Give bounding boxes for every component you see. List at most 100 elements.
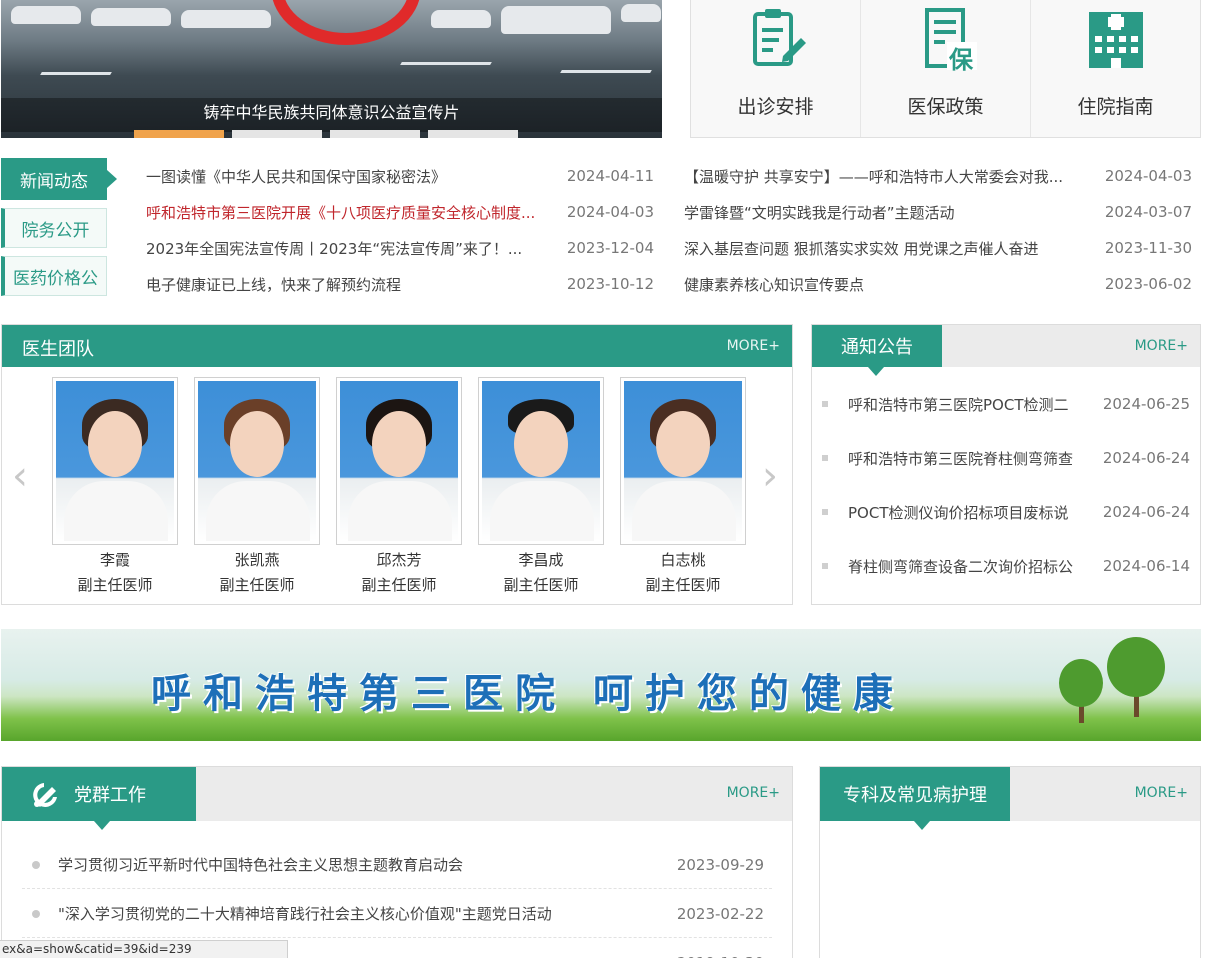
status-bar-url: ex&a=show&catid=39&id=239 xyxy=(0,940,288,958)
panel-title: 医生团队 xyxy=(22,339,94,360)
news-title[interactable]: 学雷锋暨“文明实践我是行动者”主题活动 xyxy=(684,202,1084,223)
more-link[interactable]: MORE+ xyxy=(727,785,780,801)
more-link[interactable]: MORE+ xyxy=(727,338,780,354)
party-emblem-icon xyxy=(33,783,57,807)
news-date: 2023-12-04 xyxy=(566,239,654,257)
doctor-photo[interactable] xyxy=(620,377,746,545)
news-date: 2023-10-12 xyxy=(566,275,654,293)
chevron-left-icon[interactable]: ‹ xyxy=(12,453,28,499)
news-item[interactable]: 健康素养核心知识宣传要点 2023-06-02 xyxy=(684,274,1192,294)
news-date: 2024-04-03 xyxy=(1104,167,1192,185)
news-item[interactable]: 2023年全国宪法宣传周丨2023年“宪法宣传周”来了！... 2023-12-… xyxy=(146,238,654,258)
banner-caption[interactable]: 铸牢中华民族共同体意识公益宣传片 xyxy=(1,98,662,132)
chevron-right-icon[interactable]: › xyxy=(762,453,778,499)
notice-title[interactable]: 呼和浩特市第三医院脊柱侧弯筛查 xyxy=(848,448,1091,469)
news-item[interactable]: 学雷锋暨“文明实践我是行动者”主题活动 2024-03-07 xyxy=(684,202,1192,222)
banner-dot[interactable] xyxy=(232,130,322,138)
banner-image-detail xyxy=(11,6,81,24)
party-title[interactable]: 学习贯彻习近平新时代中国特色社会主义思想主题教育启动会 xyxy=(58,854,677,875)
doctor-photo[interactable] xyxy=(478,377,604,545)
party-item[interactable]: "深入学习贯彻党的二十大精神培育践行社会主义核心价值观"主题党日活动 2023-… xyxy=(22,890,772,938)
doctor-card[interactable]: 张凯燕 副主任医师 xyxy=(194,377,320,595)
bullet xyxy=(822,455,828,461)
doctor-card[interactable]: 白志桃 副主任医师 xyxy=(620,377,746,595)
news-item[interactable]: 电子健康证已上线，快来了解预约流程 2023-10-12 xyxy=(146,274,654,294)
party-title[interactable]: "深入学习贯彻党的二十大精神培育践行社会主义核心价值观"主题党日活动 xyxy=(58,903,677,924)
doctor-card[interactable]: 李昌成 副主任医师 xyxy=(478,377,604,595)
doctor-name[interactable]: 李昌成 xyxy=(478,549,604,570)
notice-item[interactable]: 脊柱侧弯筛查设备二次询价招标公 2024-06-14 xyxy=(822,556,1190,576)
banner-carousel[interactable]: 铸牢中华民族共同体意识公益宣传片 xyxy=(1,0,662,138)
doctor-title: 副主任医师 xyxy=(645,576,721,594)
banner-image-detail xyxy=(40,72,112,75)
doctor-name[interactable]: 白志桃 xyxy=(620,549,746,570)
bullet xyxy=(822,563,828,569)
slogan-banner: 呼和浩特第三医院 呵护您的健康 xyxy=(1,629,1201,741)
news-date: 2023-11-30 xyxy=(1104,239,1192,257)
party-date: 2023-02-22 xyxy=(676,904,764,923)
doctor-card[interactable]: 李霞 副主任医师 xyxy=(52,377,178,595)
news-date: 2023-06-02 xyxy=(1104,275,1192,293)
party-header-tab: 党群工作 xyxy=(2,767,196,830)
notice-title[interactable]: POCT检测仪询价招标项目废标说 xyxy=(848,502,1091,523)
doctor-photo[interactable] xyxy=(52,377,178,545)
banner-dot[interactable] xyxy=(330,130,420,138)
hospital-building-icon xyxy=(1088,12,1143,68)
tab-drug-prices[interactable]: 医药价格公 xyxy=(1,256,107,296)
news-title[interactable]: 2023年全国宪法宣传周丨2023年“宪法宣传周”来了！... xyxy=(146,238,558,259)
notice-title[interactable]: 脊柱侧弯筛查设备二次询价招标公 xyxy=(848,556,1091,577)
banner-image-detail xyxy=(400,62,492,65)
news-title[interactable]: 深入基层查问题 狠抓落实求实效 用党课之声催人奋进 xyxy=(684,238,1084,259)
banner-dot[interactable] xyxy=(134,130,224,138)
quick-link-label: 医保政策 xyxy=(907,96,984,118)
notice-item[interactable]: POCT检测仪询价招标项目废标说 2024-06-24 xyxy=(822,502,1190,522)
news-item[interactable]: 深入基层查问题 狠抓落实求实效 用党课之声催人奋进 2023-11-30 xyxy=(684,238,1192,258)
banner-image-detail xyxy=(271,0,421,45)
doctor-title: 副主任医师 xyxy=(503,576,579,594)
doctor-photo[interactable] xyxy=(336,377,462,545)
tree-icon xyxy=(1059,659,1103,707)
doctor-title: 副主任医师 xyxy=(219,576,295,594)
bullet xyxy=(822,401,828,407)
doctor-team-panel: 医生团队 MORE+ ‹ › 李霞 副主任医师 张凯燕 副主任医师 邱杰芳 副主… xyxy=(1,324,793,605)
quick-link-inpatient[interactable]: 住院指南 xyxy=(1031,0,1200,137)
quick-link-insurance[interactable]: 保 医保政策 xyxy=(861,0,1031,137)
party-item[interactable]: 学习贯彻习近平新时代中国特色社会主义思想主题教育启动会 2023-09-29 xyxy=(22,841,772,889)
more-link[interactable]: MORE+ xyxy=(1135,338,1188,354)
quick-link-label: 住院指南 xyxy=(1077,96,1154,118)
news-title[interactable]: 呼和浩特市第三医院开展《十八项医疗质量安全核心制度... xyxy=(146,202,560,223)
clipboard-edit-icon xyxy=(752,9,806,66)
news-item[interactable]: 呼和浩特市第三医院开展《十八项医疗质量安全核心制度... 2024-04-03 xyxy=(146,202,654,222)
notice-title[interactable]: 呼和浩特市第三医院POCT检测二 xyxy=(848,394,1091,415)
doctor-card[interactable]: 邱杰芳 副主任医师 xyxy=(336,377,462,595)
banner-dot[interactable] xyxy=(428,130,518,138)
notice-item[interactable]: 呼和浩特市第三医院脊柱侧弯筛查 2024-06-24 xyxy=(822,448,1190,468)
doctor-name[interactable]: 张凯燕 xyxy=(194,549,320,570)
banner-image-detail xyxy=(91,8,171,26)
doctor-name[interactable]: 李霞 xyxy=(52,549,178,570)
bullet xyxy=(822,509,828,515)
news-title[interactable]: 电子健康证已上线，快来了解预约流程 xyxy=(146,274,546,295)
banner-image-detail xyxy=(621,4,661,22)
panel-title: 通知公告 xyxy=(812,325,942,376)
bullet xyxy=(32,860,40,869)
doctor-photo[interactable] xyxy=(194,377,320,545)
news-item[interactable]: 【温暖守护 共享安宁】——呼和浩特市人大常委会对我... 2024-04-03 xyxy=(684,166,1192,186)
quick-link-schedule[interactable]: 出诊安排 xyxy=(691,0,861,137)
doctor-name[interactable]: 邱杰芳 xyxy=(336,549,462,570)
party-work-panel: 党群工作 MORE+ 学习贯彻习近平新时代中国特色社会主义思想主题教育启动会 2… xyxy=(1,766,793,958)
quick-links: 出诊安排 保 医保政策 住院指南 xyxy=(690,0,1201,138)
notice-date: 2024-06-24 xyxy=(1102,503,1190,521)
tab-hospital-affairs[interactable]: 院务公开 xyxy=(1,208,107,248)
news-title[interactable]: 健康素养核心知识宣传要点 xyxy=(684,274,1084,295)
tab-news[interactable]: 新闻动态 xyxy=(1,158,117,200)
tree-icon xyxy=(1107,637,1165,697)
more-link[interactable]: MORE+ xyxy=(1135,785,1188,801)
doctor-title: 副主任医师 xyxy=(77,576,153,594)
news-title[interactable]: 一图读懂《中华人民共和国保守国家秘密法》 xyxy=(146,166,546,187)
news-date: 2024-04-11 xyxy=(566,167,654,185)
news-item[interactable]: 一图读懂《中华人民共和国保守国家秘密法》 2024-04-11 xyxy=(146,166,654,186)
notice-item[interactable]: 呼和浩特市第三医院POCT检测二 2024-06-25 xyxy=(822,394,1190,414)
news-title[interactable]: 【温暖守护 共享安宁】——呼和浩特市人大常委会对我... xyxy=(684,166,1092,187)
notice-date: 2024-06-24 xyxy=(1102,449,1190,467)
